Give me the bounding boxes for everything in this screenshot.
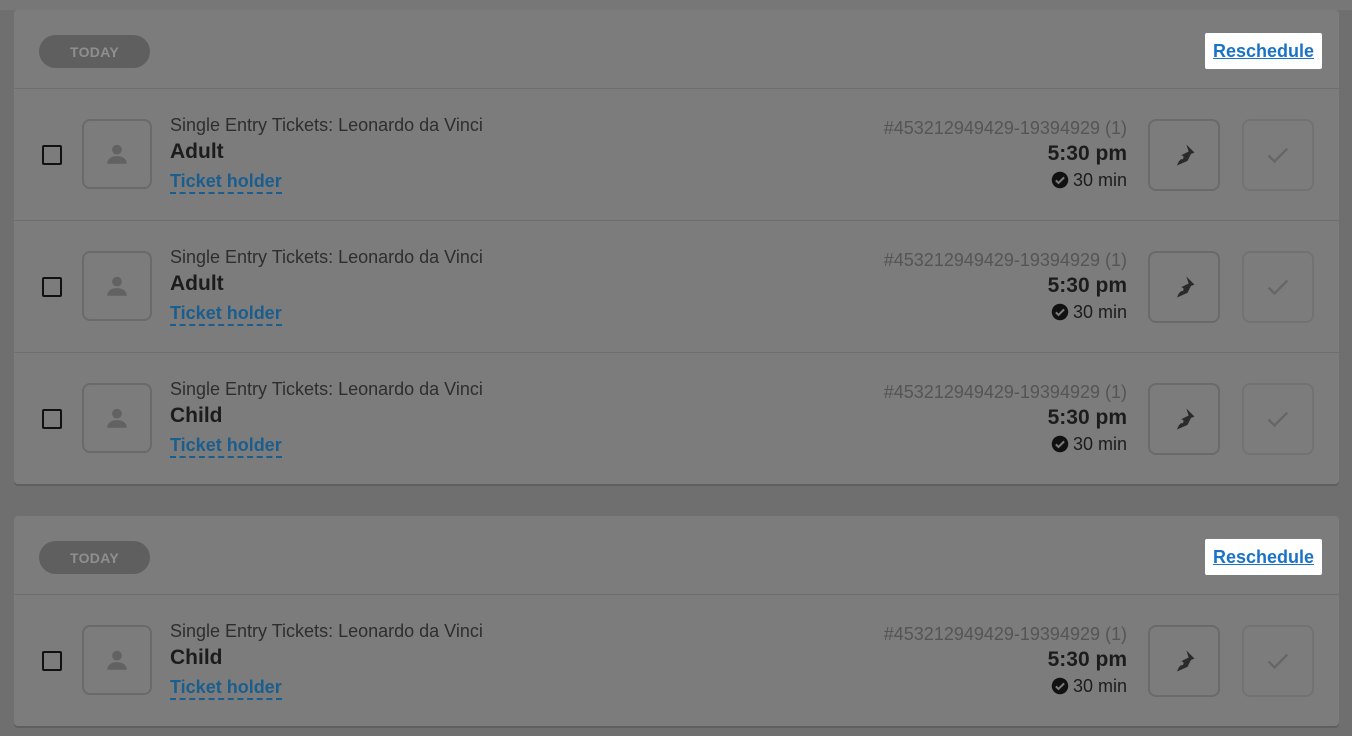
ticket-holder-avatar bbox=[82, 625, 152, 695]
row-checkbox[interactable] bbox=[42, 145, 62, 165]
ticket-row: Single Entry Tickets: Leonardo da Vinci … bbox=[14, 595, 1339, 726]
duration-text: 30 min bbox=[1072, 170, 1127, 190]
order-id: #453212949429-19394929 (1) bbox=[883, 382, 1127, 402]
top-edge bbox=[0, 0, 1352, 10]
checkmark-icon bbox=[1267, 411, 1289, 428]
ticket-type: Child bbox=[170, 404, 223, 427]
ticket-row: Single Entry Tickets: Leonardo da Vinci … bbox=[14, 221, 1339, 353]
check-circle-icon bbox=[1051, 435, 1069, 453]
checkmark-icon bbox=[1267, 653, 1289, 670]
check-circle-icon bbox=[1051, 677, 1069, 695]
pen-nib-icon bbox=[1172, 408, 1195, 431]
ticket-holder-link[interactable]: Ticket holder bbox=[170, 676, 282, 700]
ticket-holder-avatar bbox=[82, 383, 152, 453]
ticket-holder-link[interactable]: Ticket holder bbox=[170, 434, 282, 458]
check-in-button[interactable] bbox=[1242, 383, 1314, 455]
date-badge: TODAY bbox=[39, 541, 150, 574]
ticket-row: Single Entry Tickets: Leonardo da Vinci … bbox=[14, 353, 1339, 484]
checkmark-icon bbox=[1267, 279, 1289, 296]
pen-nib-icon bbox=[1172, 650, 1195, 673]
sign-button[interactable] bbox=[1148, 383, 1220, 455]
ticket-row: Single Entry Tickets: Leonardo da Vinci … bbox=[14, 89, 1339, 221]
check-circle-icon bbox=[1051, 303, 1069, 321]
booking-group: TODAY Reschedule Single Entry Tickets: L… bbox=[14, 10, 1339, 484]
booking-group: TODAY Reschedule Single Entry Tickets: L… bbox=[14, 516, 1339, 726]
ticket-time: 5:30 pm bbox=[1047, 406, 1127, 429]
group-header: TODAY Reschedule bbox=[14, 516, 1339, 595]
ticket-title: Single Entry Tickets: Leonardo da Vinci bbox=[170, 621, 483, 641]
ticket-duration: 30 min bbox=[884, 169, 1127, 191]
ticket-meta: #453212949429-19394929 (1) 5:30 pm 30 mi… bbox=[884, 117, 1127, 191]
duration-text: 30 min bbox=[1072, 434, 1127, 454]
ticket-meta: #453212949429-19394929 (1) 5:30 pm 30 mi… bbox=[884, 623, 1127, 697]
person-icon bbox=[107, 144, 127, 164]
ticket-type: Child bbox=[170, 646, 223, 669]
reschedule-link[interactable]: Reschedule bbox=[1204, 33, 1322, 69]
ticket-info: Single Entry Tickets: Leonardo da Vinci … bbox=[170, 114, 483, 194]
check-in-button[interactable] bbox=[1242, 625, 1314, 697]
reschedule-link[interactable]: Reschedule bbox=[1204, 539, 1322, 575]
group-header: TODAY Reschedule bbox=[14, 10, 1339, 89]
check-circle-icon bbox=[1051, 171, 1069, 189]
order-id: #453212949429-19394929 (1) bbox=[883, 624, 1127, 644]
ticket-duration: 30 min bbox=[884, 433, 1127, 455]
person-icon bbox=[107, 408, 127, 428]
ticket-meta: #453212949429-19394929 (1) 5:30 pm 30 mi… bbox=[884, 249, 1127, 323]
ticket-holder-avatar bbox=[82, 119, 152, 189]
ticket-duration: 30 min bbox=[884, 675, 1127, 697]
check-in-button[interactable] bbox=[1242, 119, 1314, 191]
order-id: #453212949429-19394929 (1) bbox=[883, 118, 1127, 138]
ticket-title: Single Entry Tickets: Leonardo da Vinci bbox=[170, 247, 483, 267]
row-checkbox[interactable] bbox=[42, 277, 62, 297]
date-badge: TODAY bbox=[39, 35, 150, 68]
ticket-type: Adult bbox=[170, 272, 224, 295]
ticket-time: 5:30 pm bbox=[1047, 648, 1127, 671]
ticket-info: Single Entry Tickets: Leonardo da Vinci … bbox=[170, 378, 483, 458]
pen-nib-icon bbox=[1172, 276, 1195, 299]
ticket-time: 5:30 pm bbox=[1047, 142, 1127, 165]
row-checkbox[interactable] bbox=[42, 651, 62, 671]
sign-button[interactable] bbox=[1148, 119, 1220, 191]
row-checkbox[interactable] bbox=[42, 409, 62, 429]
ticket-holder-link[interactable]: Ticket holder bbox=[170, 170, 282, 194]
ticket-time: 5:30 pm bbox=[1047, 274, 1127, 297]
order-id: #453212949429-19394929 (1) bbox=[883, 250, 1127, 270]
ticket-holder-link[interactable]: Ticket holder bbox=[170, 302, 282, 326]
person-icon bbox=[107, 276, 127, 296]
ticket-duration: 30 min bbox=[884, 301, 1127, 323]
ticket-holder-avatar bbox=[82, 251, 152, 321]
ticket-title: Single Entry Tickets: Leonardo da Vinci bbox=[170, 115, 483, 135]
ticket-meta: #453212949429-19394929 (1) 5:30 pm 30 mi… bbox=[884, 381, 1127, 455]
person-icon bbox=[107, 650, 127, 670]
ticket-type: Adult bbox=[170, 140, 224, 163]
sign-button[interactable] bbox=[1148, 625, 1220, 697]
duration-text: 30 min bbox=[1072, 676, 1127, 696]
ticket-info: Single Entry Tickets: Leonardo da Vinci … bbox=[170, 620, 483, 700]
sign-button[interactable] bbox=[1148, 251, 1220, 323]
duration-text: 30 min bbox=[1072, 302, 1127, 322]
checkmark-icon bbox=[1267, 147, 1289, 164]
pen-nib-icon bbox=[1172, 144, 1195, 167]
ticket-title: Single Entry Tickets: Leonardo da Vinci bbox=[170, 379, 483, 399]
check-in-button[interactable] bbox=[1242, 251, 1314, 323]
ticket-info: Single Entry Tickets: Leonardo da Vinci … bbox=[170, 246, 483, 326]
